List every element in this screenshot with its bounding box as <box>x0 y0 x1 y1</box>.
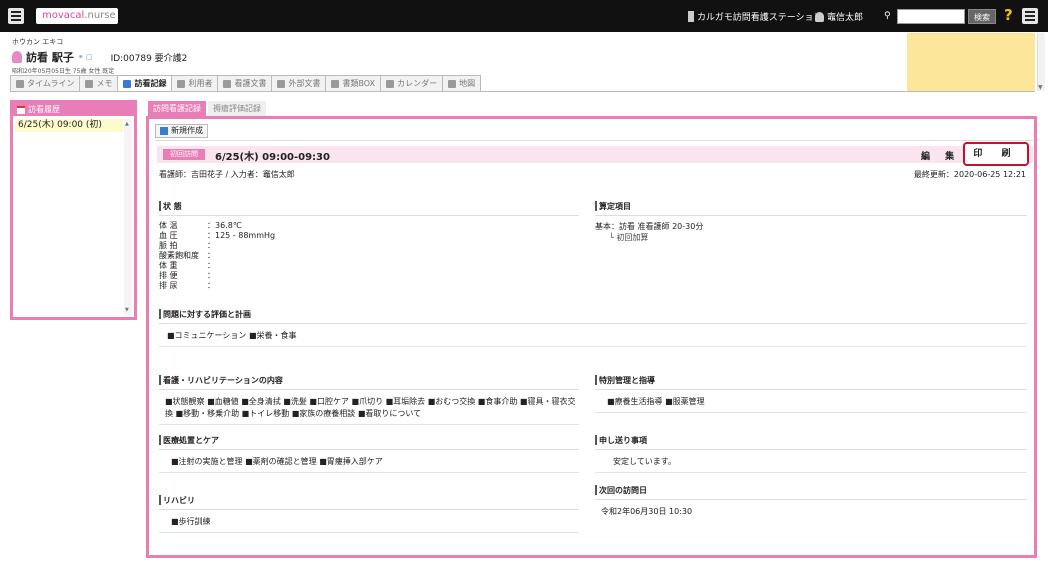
vital-row: 体 重： <box>159 261 215 270</box>
tab-visit-record[interactable]: 訪看記録 <box>117 75 173 91</box>
tab-timeline[interactable]: タイムライン <box>10 75 81 91</box>
settings-menu-icon[interactable] <box>1022 8 1038 24</box>
top-bar: movacal.nurse カルガモ訪問看護ステーション 竈信太郎 ⚲ 検索 ? <box>0 0 1048 32</box>
calendar-icon <box>386 79 395 88</box>
new-record-button[interactable]: 新規作成 <box>155 124 208 138</box>
special-management-content: ■療養生活指導 ■服薬管理 <box>595 396 1027 413</box>
handover-content: 安定しています。 <box>595 456 1027 473</box>
next-visit-date: 令和2年06月30日 10:30 <box>601 507 693 516</box>
history-scrollbar[interactable]: ▲ ▼ <box>124 119 132 315</box>
search-input[interactable] <box>897 9 965 24</box>
staff-info: 看護師：吉田花子 / 入力者：竈信太郎 <box>159 170 295 179</box>
patient-header: ホウカン エキコ 訪看 駅子 ⚭ ▢ ID:00789 要介護2 昭和20年05… <box>12 37 187 75</box>
rehab-title: リハビリ <box>159 495 579 510</box>
tab-calendar[interactable]: カレンダー <box>380 75 444 91</box>
evaluation-section: 問題に対する評価と計画 ■コミュニケーション ■栄養・食事 <box>159 309 1027 347</box>
billing-title: 算定項目 <box>595 201 1027 216</box>
nursing-content-section: 看護・リハビリテーションの内容 ■状態観察 ■血糖値 ■全身清拭 ■洗髪 ■口腔… <box>159 375 579 425</box>
timeline-icon <box>16 79 24 88</box>
client-icon <box>177 79 186 88</box>
rehab-section: リハビリ ■歩行訓練 <box>159 495 579 533</box>
vital-row: 脈 拍： <box>159 241 215 250</box>
tab-visit-nursing-record[interactable]: 訪問看護記録 <box>148 101 206 116</box>
evaluation-content: ■コミュニケーション ■栄養・食事 <box>159 330 1027 347</box>
evaluation-title: 問題に対する評価と計画 <box>159 309 1027 324</box>
visit-history-header: 訪看履歴 <box>13 103 134 116</box>
patient-kana: ホウカン エキコ <box>12 38 64 46</box>
tab-pressure-ulcer-record[interactable]: 褥瘡評価記録 <box>208 101 266 116</box>
last-updated: 最終更新：2020-06-25 12:21 <box>913 170 1026 179</box>
sticky-note-area[interactable] <box>907 33 1035 91</box>
search-button[interactable]: 検索 <box>968 9 996 24</box>
patient-name[interactable]: 訪看 駅子 <box>26 49 74 65</box>
handover-title: 申し送り事項 <box>595 435 1027 450</box>
medical-care-content: ■注射の実施と管理 ■薬剤の確認と管理 ■胃瘻挿入部ケア <box>159 456 579 473</box>
tab-client[interactable]: 利用者 <box>171 75 219 91</box>
record-subtabs: 訪問看護記録 褥瘡評価記録 <box>148 101 266 116</box>
current-user[interactable]: 竈信太郎 <box>815 10 863 23</box>
tab-document-box[interactable]: 書類BOX <box>325 75 382 91</box>
patient-id: ID:00789 要介護2 <box>110 53 188 64</box>
tab-external-docs[interactable]: 外部文書 <box>271 75 327 91</box>
external-doc-icon <box>277 79 286 88</box>
patient-dob: 昭和20年05月05日生 75歳 女性 既定 <box>12 68 115 75</box>
tab-divider <box>10 91 1035 92</box>
visit-history-panel: 訪看履歴 6/25(木) 09:00 (初) ▲ ▼ <box>10 100 137 320</box>
print-button[interactable]: 印 刷 <box>963 142 1029 166</box>
note-scrollbar[interactable]: ▼ <box>1037 33 1045 91</box>
visit-header-bar: 初回訪問 6/25(木) 09:00-09:30 編 集 印 刷 <box>157 142 1033 166</box>
vital-row: 血 圧：125 - 88mmHg <box>159 231 276 240</box>
patient-icon <box>12 51 22 63</box>
handover-section: 申し送り事項 安定しています。 <box>595 435 1027 473</box>
tab-nursing-docs[interactable]: 看護文書 <box>217 75 273 91</box>
tab-memo[interactable]: メモ <box>79 75 119 91</box>
new-doc-icon <box>160 127 168 135</box>
record-icon <box>123 79 132 88</box>
map-icon <box>448 79 457 88</box>
nursing-content: ■状態観察 ■血糖値 ■全身清拭 ■洗髪 ■口腔ケア ■爪切り ■耳垢除去 ■お… <box>159 396 579 425</box>
status-section: 状 態 体 温：36.8℃ 血 圧：125 - 88mmHg 脈 拍： 酸素飽和… <box>159 201 579 291</box>
vital-row: 酸素飽和度： <box>159 251 215 260</box>
record-panel: 新規作成 初回訪問 6/25(木) 09:00-09:30 編 集 印 刷 看護… <box>146 116 1037 558</box>
next-visit-section: 次回の訪問日 令和2年06月30日 10:30 <box>595 485 1027 518</box>
medical-care-title: 医療処置とケア <box>159 435 579 450</box>
first-visit-badge: 初回訪問 <box>163 149 205 160</box>
edit-button[interactable]: 編 集 <box>921 149 960 162</box>
next-visit-title: 次回の訪問日 <box>595 485 1027 500</box>
vital-row: 体 温：36.8℃ <box>159 221 242 230</box>
building-icon <box>688 11 694 22</box>
nursing-content-title: 看護・リハビリテーションの内容 <box>159 375 579 390</box>
tab-map[interactable]: 地図 <box>442 75 482 91</box>
vital-row: 排 尿： <box>159 281 215 290</box>
visit-time: 6/25(木) 09:00-09:30 <box>215 152 330 163</box>
station-name[interactable]: カルガモ訪問看護ステーション <box>688 10 823 23</box>
box-icon <box>331 79 340 88</box>
vitals-list: 体 温：36.8℃ 血 圧：125 - 88mmHg 脈 拍： 酸素飽和度： 体… <box>159 221 579 291</box>
medical-care-section: 医療処置とケア ■注射の実施と管理 ■薬剤の確認と管理 ■胃瘻挿入部ケア <box>159 435 579 473</box>
special-management-title: 特別管理と指導 <box>595 375 1027 390</box>
app-logo[interactable]: movacal.nurse <box>36 8 118 24</box>
calendar-icon <box>17 105 25 114</box>
document-icon <box>223 79 232 88</box>
visit-history-item[interactable]: 6/25(木) 09:00 (初) <box>15 119 123 132</box>
pencil-icon <box>85 79 94 88</box>
vital-row: 排 便： <box>159 271 215 280</box>
rehab-content: ■歩行訓練 <box>159 516 579 533</box>
patient-tabs: タイムライン メモ 訪看記録 利用者 看護文書 外部文書 書類BOX カレンダー… <box>10 75 482 91</box>
special-management-section: 特別管理と指導 ■療養生活指導 ■服薬管理 <box>595 375 1027 413</box>
billing-item: 基本：訪看 准看護師 20-30分 <box>595 222 704 231</box>
billing-section: 算定項目 基本：訪看 准看護師 20-30分 └ 初回加算 <box>595 201 1027 243</box>
divider <box>155 140 1033 141</box>
menu-icon[interactable] <box>8 8 24 24</box>
help-icon[interactable]: ? <box>1004 6 1013 24</box>
status-title: 状 態 <box>159 201 579 216</box>
user-icon <box>815 11 824 22</box>
billing-subitem: └ 初回加算 <box>609 233 649 242</box>
search-icon: ⚲ <box>884 11 891 21</box>
link-icon[interactable]: ⚭ ▢ <box>78 53 93 61</box>
